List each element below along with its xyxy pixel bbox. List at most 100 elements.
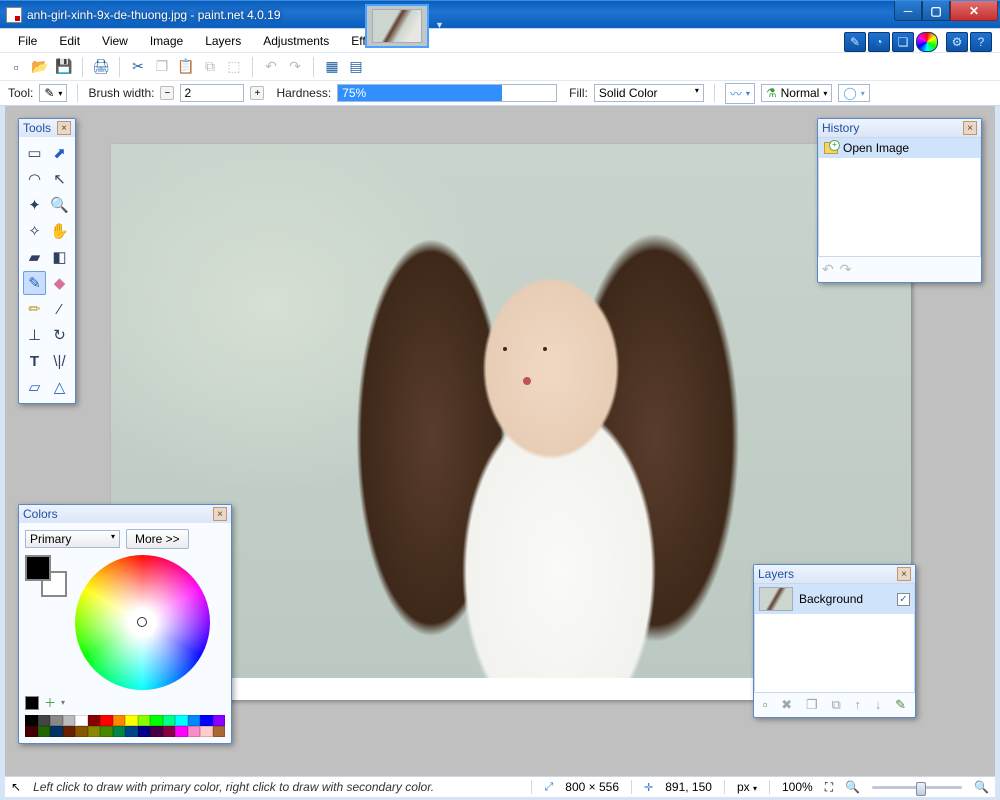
open-icon[interactable]: 📂 — [30, 57, 50, 77]
palette-swatch[interactable] — [113, 726, 126, 737]
palette-swatch[interactable] — [200, 715, 213, 726]
cut-icon[interactable]: ✂ — [128, 57, 148, 77]
tools-close-icon[interactable]: × — [57, 121, 71, 135]
layers-close-icon[interactable]: × — [897, 567, 911, 581]
palette-swatch[interactable] — [213, 726, 226, 737]
tool-selector[interactable]: ✎ ▾ — [39, 84, 67, 102]
palette-swatch[interactable] — [163, 726, 176, 737]
color-palette[interactable] — [25, 715, 225, 737]
palette-swatch[interactable] — [50, 726, 63, 737]
shapes2-tool[interactable]: △ — [48, 375, 71, 399]
palette-swatch[interactable] — [188, 726, 201, 737]
palette-swatch[interactable] — [163, 715, 176, 726]
clone-tool[interactable]: ⊥ — [23, 323, 46, 347]
undo-icon[interactable]: ↶ — [261, 57, 281, 77]
blend-selector[interactable]: ⚗ Normal ▾ — [761, 84, 832, 102]
palette-swatch[interactable] — [88, 726, 101, 737]
minimize-button[interactable]: ─ — [894, 1, 922, 21]
fill-selector[interactable]: Solid Color▾ — [594, 84, 704, 102]
palette-swatch[interactable] — [188, 715, 201, 726]
layer-up-icon[interactable]: ↑ — [855, 697, 862, 713]
palette-swatch[interactable] — [75, 715, 88, 726]
new-icon[interactable]: ▫ — [6, 57, 26, 77]
zoom-tool[interactable]: 🔍 — [48, 193, 71, 217]
antialias-selector[interactable]: 〰 ▾ — [725, 83, 755, 104]
menu-image[interactable]: Image — [140, 31, 193, 51]
palette-swatch[interactable] — [150, 715, 163, 726]
palette-swatch[interactable] — [100, 715, 113, 726]
colors-more-button[interactable]: More >> — [126, 529, 189, 549]
menu-view[interactable]: View — [92, 31, 138, 51]
palette-swatch[interactable] — [50, 715, 63, 726]
text-tool[interactable]: T — [23, 349, 46, 373]
tab-overflow-icon[interactable]: ▼ — [435, 20, 444, 30]
wand-tool[interactable]: ✦ — [23, 193, 46, 217]
paste-icon[interactable]: 📋 — [176, 57, 196, 77]
unit-selector[interactable]: px ▾ — [737, 780, 757, 794]
lasso-tool[interactable]: ◠ — [23, 167, 46, 191]
move-select-tool[interactable]: ⬈ — [48, 141, 71, 165]
save-icon[interactable]: 💾 — [54, 57, 74, 77]
eraser-tool[interactable]: ◆ — [48, 271, 71, 295]
layer-duplicate-icon[interactable]: ❐ — [806, 697, 818, 713]
layers-toggle-icon[interactable]: ❏ — [892, 32, 914, 52]
zoom-slider[interactable] — [872, 786, 962, 789]
history-toggle-icon[interactable]: ◔ — [868, 32, 890, 52]
layer-delete-icon[interactable]: ✖ — [781, 697, 792, 713]
palette-swatch[interactable] — [75, 726, 88, 737]
brush-width-input[interactable] — [180, 84, 244, 102]
help-icon[interactable]: ? — [970, 32, 992, 52]
copy-icon[interactable]: ❐ — [152, 57, 172, 77]
history-redo-icon[interactable]: ↷ — [840, 261, 852, 278]
print-icon[interactable]: 🖨 — [91, 57, 111, 77]
fit-window-icon[interactable]: ⛶ — [825, 780, 833, 795]
recolor-tool[interactable]: ↻ — [48, 323, 71, 347]
redo-icon[interactable]: ↷ — [285, 57, 305, 77]
zoom-out-icon[interactable]: 🔍 — [845, 780, 860, 794]
shapes-tool[interactable]: ▱ — [23, 375, 46, 399]
brush-tool[interactable]: ✎ — [23, 271, 46, 295]
palette-swatch[interactable] — [125, 715, 138, 726]
palette-swatch[interactable] — [25, 726, 38, 737]
layer-down-icon[interactable]: ↓ — [875, 697, 882, 713]
pan-tool[interactable]: ✋ — [48, 219, 71, 243]
settings-icon[interactable]: ⚙ — [946, 32, 968, 52]
palette-swatch[interactable] — [38, 715, 51, 726]
layer-add-icon[interactable]: ▫ — [763, 697, 768, 713]
brush-width-increase[interactable]: + — [250, 86, 264, 100]
history-undo-icon[interactable]: ↶ — [822, 261, 834, 278]
palette-swatch[interactable] — [113, 715, 126, 726]
palette-swatch[interactable] — [38, 726, 51, 737]
ruler-icon[interactable]: ▤ — [346, 57, 366, 77]
colors-close-icon[interactable]: × — [213, 507, 227, 521]
pencil-tool[interactable]: ✏ — [23, 297, 46, 321]
palette-swatch[interactable] — [138, 726, 151, 737]
layer-visible-checkbox[interactable]: ✓ — [897, 593, 910, 606]
maximize-button[interactable]: ▢ — [922, 1, 950, 21]
brush-width-decrease[interactable]: − — [160, 86, 174, 100]
rect-select-tool[interactable]: ▭ — [23, 141, 46, 165]
color-swatches[interactable] — [25, 555, 67, 597]
zoom-in-icon[interactable]: 🔍 — [974, 780, 989, 794]
palette-swatch[interactable] — [175, 726, 188, 737]
hardness-slider[interactable]: 75% — [337, 84, 557, 102]
fill-tool[interactable]: ▰ — [23, 245, 46, 269]
palette-swatch[interactable] — [200, 726, 213, 737]
menu-layers[interactable]: Layers — [195, 31, 251, 51]
line-tool[interactable]: \|/ — [48, 349, 71, 373]
palette-swatch[interactable] — [213, 715, 226, 726]
add-color-icon[interactable]: ＋ — [44, 694, 56, 711]
palette-swatch[interactable] — [88, 715, 101, 726]
layer-merge-icon[interactable]: ⧉ — [831, 697, 840, 713]
palette-swatch[interactable] — [100, 726, 113, 737]
palette-swatch[interactable] — [25, 715, 38, 726]
tools-toggle-icon[interactable]: ✎ — [844, 32, 866, 52]
magic-wand-tool[interactable]: ✧ — [23, 219, 46, 243]
layer-opacity-selector[interactable]: ◯ ▾ — [838, 84, 869, 102]
picker-tool[interactable]: ⁄ — [48, 297, 71, 321]
deselect-icon[interactable]: ⬚ — [224, 57, 244, 77]
colors-toggle-icon[interactable] — [916, 32, 938, 52]
close-button[interactable]: ✕ — [950, 1, 998, 21]
grid-icon[interactable]: ▦ — [322, 57, 342, 77]
layer-props-icon[interactable]: ✎ — [895, 697, 906, 713]
